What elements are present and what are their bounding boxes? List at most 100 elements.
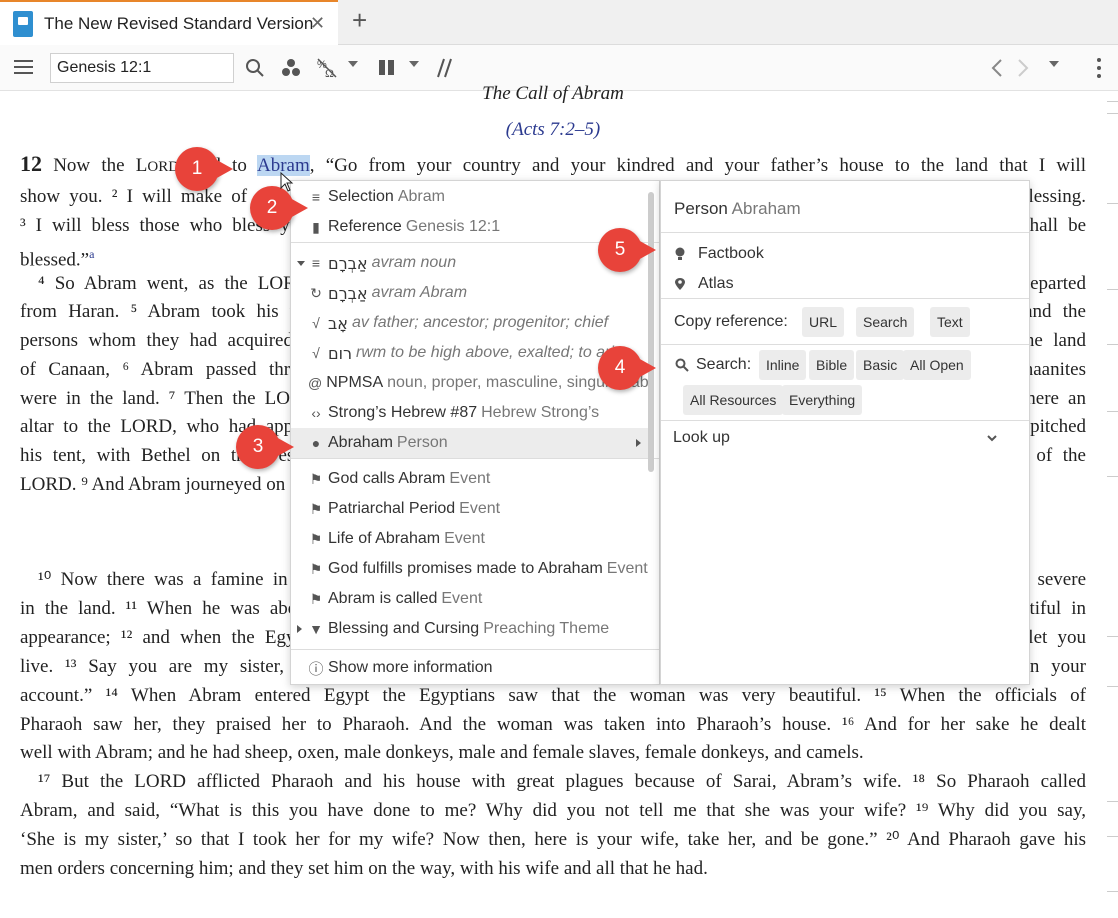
menu-item-label: Life of Abraham: [328, 530, 441, 547]
menu-item[interactable]: ⚑ God fulfills promises made to Abraham Ev…: [291, 554, 651, 584]
verse-text: Now the L: [42, 155, 148, 176]
menu-item-label: Abram is called: [328, 590, 438, 607]
parallel-icon[interactable]: [434, 57, 454, 79]
tab-nrsv[interactable]: The New Revised Standard Version ✕: [0, 0, 338, 45]
cursor-icon: [280, 172, 294, 192]
search-everything-button[interactable]: Everything: [782, 385, 863, 415]
menu-item-label: Reference: [328, 218, 402, 235]
callout-4: 4: [598, 346, 656, 390]
scrollbar[interactable]: [1100, 91, 1118, 918]
menu-item[interactable]: √ אָב av father; ancestor; progenitor; chi…: [291, 308, 651, 338]
verse-line: ‘She is my sister,’ so that I took her f…: [20, 825, 1086, 854]
menu-item-detail: av father; ancestor; progenitor; chief: [351, 314, 609, 331]
back-icon[interactable]: [990, 58, 1004, 78]
menu-item-detail: Genesis 12:1: [405, 218, 501, 235]
flag-icon: ⚑: [309, 560, 323, 577]
menu-item[interactable]: ‹› Strong’s Hebrew #87 Hebrew Strong’s: [291, 398, 651, 428]
menu-item[interactable]: ≡ Selection Abram: [291, 182, 651, 212]
copy-text-button[interactable]: Text: [930, 307, 970, 337]
menu-item[interactable]: ⚑ Patriarchal Period Event: [291, 494, 651, 524]
menu-item-label: רום: [328, 343, 353, 363]
menu-item[interactable]: ⚑ God calls Abram Event: [291, 464, 651, 494]
forward-icon[interactable]: [1016, 58, 1030, 78]
search-all-open-button[interactable]: All Open: [903, 350, 971, 380]
menu-item[interactable]: ⚑ Life of Abraham Event: [291, 524, 651, 554]
more-vertical-icon[interactable]: [1095, 57, 1103, 79]
menu-item-label: God fulfills promises made to Abraham: [328, 560, 603, 577]
verse-text: , “Go from your country and your kindred…: [309, 155, 1086, 176]
search-inline-button[interactable]: Inline: [759, 350, 807, 380]
menu-item[interactable]: ● Abraham Person: [291, 428, 651, 458]
copy-url-button[interactable]: URL: [802, 307, 845, 337]
book-icon: [13, 10, 33, 37]
factbook-link[interactable]: Factbook: [674, 239, 1014, 269]
menu-item-detail: rwm to be high above, exalted; to arise: [356, 344, 631, 361]
expand-icon[interactable]: [297, 261, 305, 266]
menu-item[interactable]: ≡ אַבְרָם avram noun: [291, 248, 651, 278]
chevron-down-icon[interactable]: [1049, 61, 1059, 67]
callout-3: 3: [236, 425, 294, 469]
chevron-down-icon[interactable]: [409, 61, 419, 67]
menu-separator: [291, 649, 659, 650]
expand-icon[interactable]: [297, 625, 302, 633]
verse-line: Pharaoh saw her, they praised her to Pha…: [20, 710, 1086, 739]
menu-item-label: Strong’s Hebrew #87: [328, 404, 478, 421]
copy-search-button[interactable]: Search: [856, 307, 915, 337]
search-basic-button[interactable]: Basic: [856, 350, 905, 380]
panel-title: Person Abraham: [674, 199, 801, 218]
show-more-information[interactable]: ⓘ Show more information: [291, 653, 651, 683]
menu-item-label: אָב: [328, 313, 348, 333]
verse-line: men orders concerning him; and they set …: [20, 854, 1086, 883]
menu-item-detail: Hebrew Strong’s: [481, 404, 600, 421]
menu-item-label: NPMSA: [326, 374, 384, 391]
chevron-down-icon[interactable]: [348, 61, 358, 67]
verse-text: account.” ¹⁴ When Abram entered Egypt th…: [20, 685, 1086, 706]
info-icon: ⓘ: [308, 660, 324, 678]
verse-text: Abram, and said, “What is this you have …: [20, 800, 1086, 821]
menu-item-label: אַבְרָם: [328, 283, 368, 303]
menu-item[interactable]: @ NPMSA noun, proper, masculine, singular,…: [291, 368, 651, 398]
reference-input[interactable]: [50, 53, 234, 83]
footnote-marker[interactable]: a: [89, 247, 94, 261]
section-heading: The Call of Abram: [482, 83, 624, 104]
look-up-dropdown[interactable]: Look up: [661, 423, 1029, 455]
chapter-number: 12: [20, 151, 42, 176]
verse-text: ‘She is my sister,’ so that I took her f…: [20, 829, 1086, 850]
tab-title: The New Revised Standard Version: [44, 13, 314, 33]
bookmark-icon: ▮: [312, 218, 320, 235]
interlinear-icon[interactable]: %Ω: [316, 57, 338, 79]
menu-item[interactable]: ▼ Blessing and Cursing Preaching Theme: [291, 614, 651, 644]
close-icon[interactable]: ✕: [310, 13, 325, 34]
flag-icon: ⚑: [309, 590, 323, 607]
callout-2: 2: [250, 186, 308, 230]
cross-reference[interactable]: (Acts 7:2–5): [20, 119, 1086, 141]
menu-separator: [291, 458, 659, 459]
menu-scrollbar[interactable]: [648, 192, 654, 472]
menu-item[interactable]: ▮ Reference Genesis 12:1: [291, 212, 651, 242]
visual-filter-icon[interactable]: [281, 58, 301, 78]
search-icon[interactable]: [245, 58, 265, 78]
menu-icon[interactable]: [14, 60, 33, 74]
flag-icon: ⚑: [309, 500, 323, 517]
add-tab-icon[interactable]: +: [352, 7, 367, 33]
verse-text: ¹⁷ But the LORD afflicted Pharaoh and hi…: [38, 771, 1086, 792]
menu-item[interactable]: √ רום rwm to be high above, exalted; to ar…: [291, 338, 651, 368]
menu-item-detail: Event: [444, 530, 485, 547]
root-icon: √: [312, 315, 320, 331]
menu-item-label: Blessing and Cursing: [328, 620, 480, 637]
menu-item-detail: Person: [396, 434, 448, 451]
callout-1: 1: [175, 147, 233, 191]
atlas-link[interactable]: Atlas: [674, 269, 1014, 299]
menu-item[interactable]: ⚑ Abram is called Event: [291, 584, 651, 614]
map-pin-icon: [675, 278, 685, 290]
search-bible-button[interactable]: Bible: [809, 350, 855, 380]
lines-icon: ≡: [311, 189, 321, 205]
search-label: Search:: [696, 356, 752, 373]
flag-icon: ⚑: [309, 470, 323, 487]
flag-icon: ⚑: [309, 530, 323, 547]
verse-line: Abram, and said, “What is this you have …: [20, 796, 1086, 825]
columns-icon[interactable]: [378, 59, 396, 77]
search-all-resources-button[interactable]: All Resources: [683, 385, 784, 415]
menu-item-detail: avram Abram: [371, 284, 468, 301]
menu-item[interactable]: ↻ אַבְרָם avram Abram: [291, 278, 651, 308]
